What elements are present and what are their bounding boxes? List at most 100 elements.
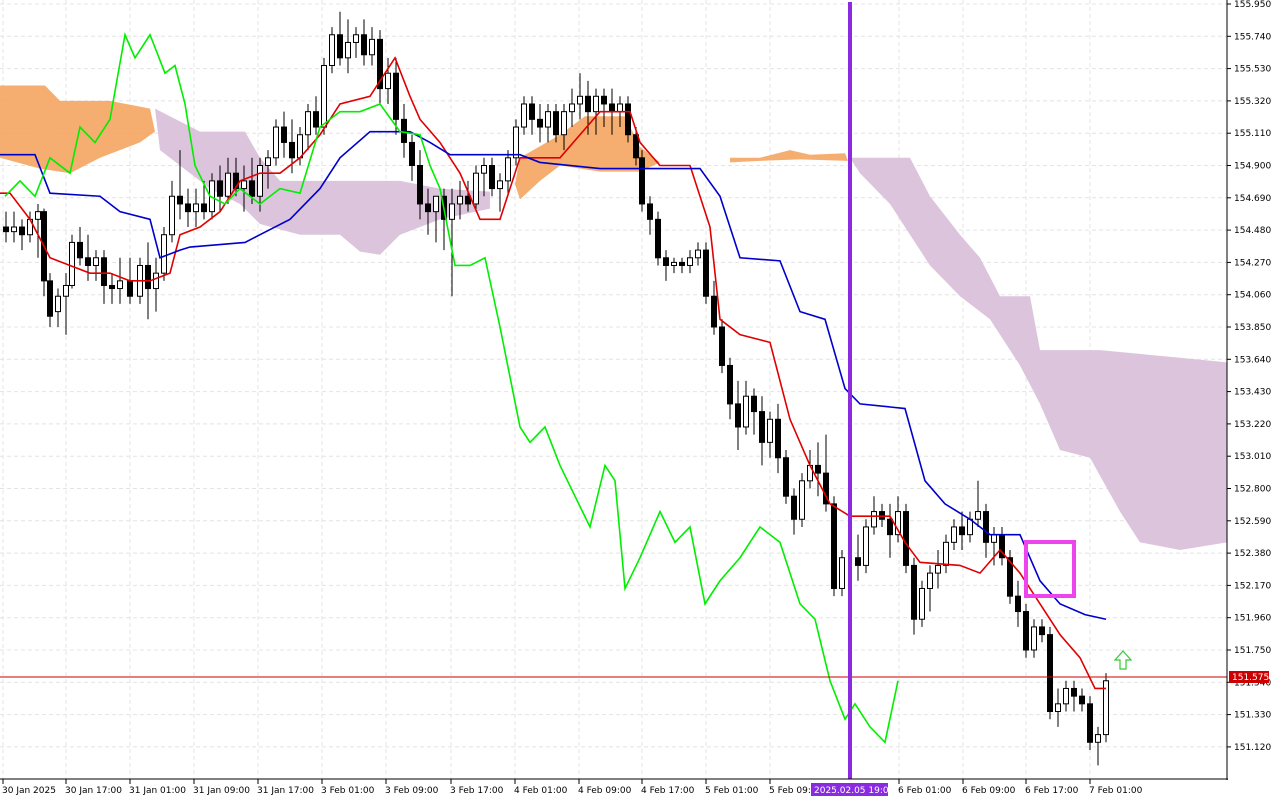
price-tick-label: 152.380	[1234, 549, 1271, 559]
candle-body	[951, 526, 957, 543]
candle-body	[321, 65, 327, 128]
price-tick-label: 153.640	[1234, 355, 1271, 365]
candle-body	[759, 411, 765, 443]
candle-body	[1071, 687, 1077, 697]
candle-body	[241, 180, 247, 190]
candle-body	[601, 95, 607, 105]
candle-body	[719, 326, 725, 366]
time-tick-label: 7 Feb 01:00	[1089, 786, 1143, 796]
candle-body	[521, 103, 527, 128]
candle-body	[863, 526, 869, 566]
candle-body	[609, 103, 615, 113]
candle-body	[1087, 703, 1093, 743]
candle-body	[3, 226, 9, 233]
price-tick-label: 152.590	[1234, 517, 1271, 527]
price-tick-label: 151.330	[1234, 711, 1271, 721]
price-tick-label: 152.800	[1234, 485, 1271, 495]
candle-body	[19, 226, 25, 236]
candle-body	[217, 180, 223, 197]
candle-body	[481, 165, 487, 174]
candle-body	[791, 495, 797, 520]
candle-body	[959, 526, 965, 536]
time-tick-label: 6 Feb 09:00	[962, 786, 1016, 796]
candle-body	[35, 211, 41, 220]
candle-body	[153, 272, 159, 290]
price-tick-label: 153.220	[1234, 420, 1271, 430]
candle-body	[855, 557, 861, 566]
candle-body	[887, 518, 893, 536]
candle-body	[585, 95, 591, 113]
current-price-label: 151.575	[1232, 673, 1269, 683]
candle-body	[553, 111, 559, 136]
candle-body	[47, 280, 53, 317]
crosshair-time-label: 2025.02.05 19:00	[814, 786, 895, 796]
candle-body	[353, 34, 359, 43]
candle-body	[1055, 703, 1061, 713]
candle-body	[625, 103, 631, 136]
candle-body	[385, 72, 391, 90]
time-tick-label: 4 Feb 17:00	[641, 786, 695, 796]
candle-body	[695, 249, 701, 259]
candle-body	[473, 172, 479, 205]
time-tick-label: 30 Jan 17:00	[65, 786, 122, 796]
candle-body	[671, 261, 677, 266]
price-tick-label: 155.950	[1234, 0, 1271, 10]
price-tick-label: 153.430	[1234, 388, 1271, 398]
candle-body	[663, 257, 669, 266]
candle-body	[871, 511, 877, 528]
time-axis: 30 Jan 2025 30 Jan 17:00 31 Jan 01:00 31 Ja…	[2, 779, 1143, 796]
candle-body	[1079, 695, 1085, 705]
candle-body	[1047, 634, 1053, 713]
time-tick-label: 31 Jan 01:00	[129, 786, 186, 796]
candle-body	[433, 195, 439, 213]
candle-body	[513, 126, 519, 159]
time-tick-label: 4 Feb 09:00	[578, 786, 632, 796]
candle-body	[799, 480, 805, 520]
candle-body	[991, 534, 997, 543]
candle-body	[655, 218, 661, 259]
candle-body	[305, 111, 311, 136]
candle-body	[767, 418, 773, 443]
candle-body	[193, 203, 199, 213]
candle-body	[687, 257, 693, 266]
kumo-bull-area-3	[730, 150, 848, 163]
candle-body	[489, 165, 495, 190]
candle-body	[1063, 687, 1069, 705]
candle-body	[927, 572, 933, 589]
candle-body	[743, 395, 749, 428]
ichimoku-price-chart[interactable]: 155.950 155.740 155.530 155.320 155.110 154.9…	[0, 0, 1280, 800]
candle-body	[561, 111, 567, 136]
candle-body	[839, 557, 845, 589]
candle-body	[449, 203, 455, 220]
candle-body	[943, 541, 949, 566]
candle-body	[617, 103, 623, 113]
price-tick-label: 152.170	[1234, 581, 1271, 591]
price-tick-label: 155.110	[1234, 129, 1271, 139]
candle-body	[679, 261, 685, 266]
candle-body	[1015, 595, 1021, 613]
candle-body	[1031, 626, 1037, 651]
price-tick-label: 154.480	[1234, 226, 1271, 236]
candle-body	[735, 403, 741, 428]
candle-body	[537, 118, 543, 128]
candle-body	[265, 157, 271, 167]
time-tick-label: 30 Jan 2025	[2, 786, 56, 796]
candle-body	[281, 126, 287, 143]
candle-body	[63, 284, 69, 297]
time-tick-label: 31 Jan 09:00	[193, 786, 250, 796]
kumo-bear-area-2	[850, 157, 1227, 551]
candle-body	[337, 34, 343, 59]
candle-body	[249, 180, 255, 197]
candle-body	[497, 180, 503, 190]
candle-body	[457, 195, 463, 205]
candle-body	[169, 195, 175, 236]
candle-body	[127, 280, 133, 297]
price-tick-label: 155.740	[1234, 32, 1271, 42]
candle-body	[727, 364, 733, 405]
candle-body	[783, 457, 789, 497]
candle-body	[751, 395, 757, 413]
candle-body	[633, 134, 639, 159]
price-tick-label: 155.530	[1234, 65, 1271, 75]
price-tick-label: 151.750	[1234, 646, 1271, 656]
candle-body	[201, 203, 207, 213]
